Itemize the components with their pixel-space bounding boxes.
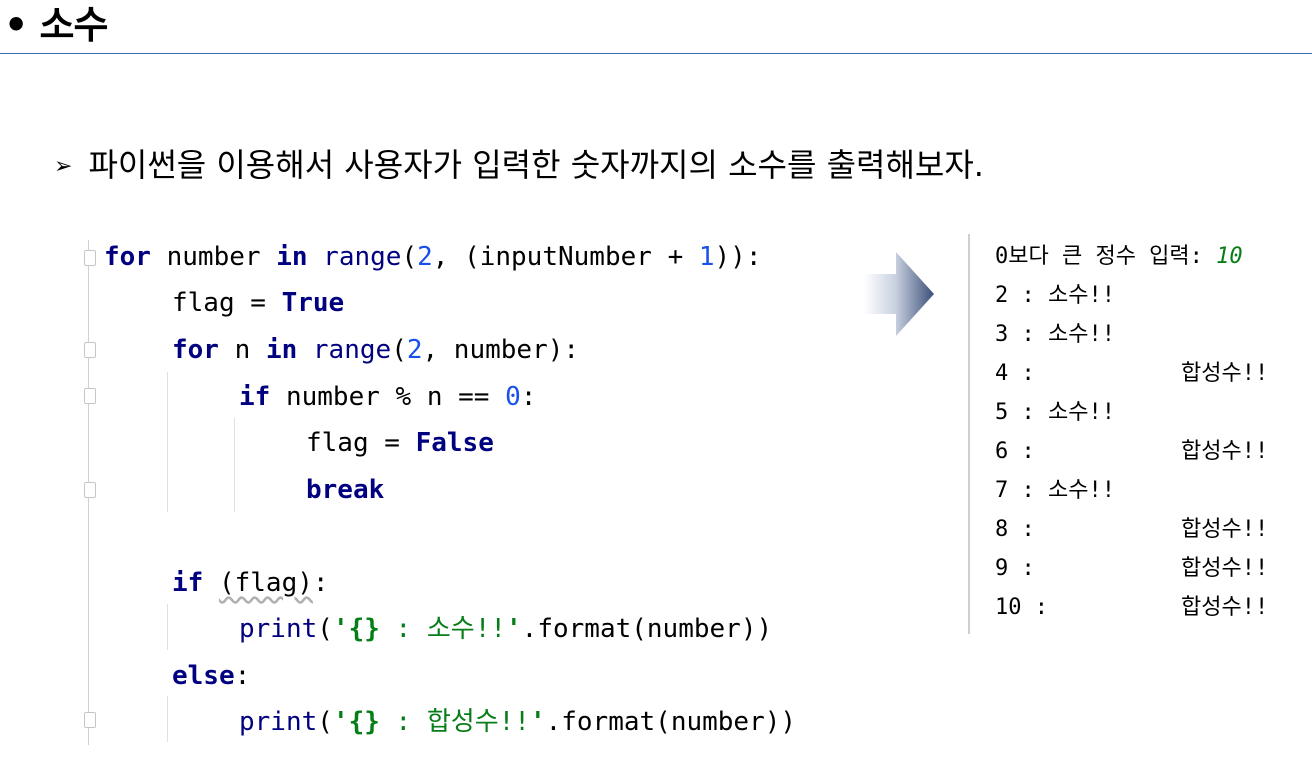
console-prompt: 0보다 큰 정수 입력: 10 xyxy=(995,244,1243,269)
bullet-item: ➢ 파이썬을 이용해서 사용자가 입력한 숫자까지의 소수를 출력해보자. xyxy=(54,140,984,190)
console-line: 8 : 합성수!! xyxy=(995,517,1269,542)
code-line-2: flag = True xyxy=(172,288,345,318)
code-line-7: if (flag): xyxy=(172,568,329,598)
code-line-5: flag = False xyxy=(306,428,494,458)
code-line-10: print('{} : 합성수!!'.format(number)) xyxy=(239,707,797,737)
slide-title: • 소수 xyxy=(4,3,108,47)
code-line-1: for number in range(2, (inputNumber + 1)… xyxy=(104,242,762,272)
console-line: 10 : 합성수!! xyxy=(995,595,1269,620)
fold-marker-icon[interactable] xyxy=(84,388,96,404)
fold-marker-icon[interactable] xyxy=(84,712,96,728)
title-divider xyxy=(0,53,1312,54)
code-line-6: break xyxy=(306,475,385,505)
console-input-value: 10 xyxy=(1216,244,1243,269)
indent-guide xyxy=(167,696,168,742)
fold-marker-icon[interactable] xyxy=(84,342,96,358)
code-line-3: for n in range(2, number): xyxy=(172,335,580,365)
console-line: 6 : 합성수!! xyxy=(995,439,1269,464)
code-editor: for number in range(2, (inputNumber + 1)… xyxy=(84,234,874,749)
arrow-bullet-icon: ➢ xyxy=(54,154,73,179)
console-line: 3 : 소수!! xyxy=(995,322,1115,347)
code-line-8: print('{} : 소수!!'.format(number)) xyxy=(239,614,773,644)
console-line: 7 : 소수!! xyxy=(995,478,1115,503)
fold-marker-icon[interactable] xyxy=(84,482,96,498)
code-line-4: if number % n == 0: xyxy=(239,382,537,412)
console-line: 5 : 소수!! xyxy=(995,400,1115,425)
indent-guide xyxy=(167,372,168,512)
console-output: 0보다 큰 정수 입력: 10 2 : 소수!! 3 : 소수!! 4 : 합성수… xyxy=(968,234,1310,634)
console-line: 9 : 합성수!! xyxy=(995,556,1269,581)
indent-guide xyxy=(167,604,168,650)
console-line: 4 : 합성수!! xyxy=(995,361,1269,386)
right-arrow-icon xyxy=(864,252,934,336)
bullet-text: 파이썬을 이용해서 사용자가 입력한 숫자까지의 소수를 출력해보자. xyxy=(88,146,984,184)
console-line: 2 : 소수!! xyxy=(995,283,1115,308)
code-line-9: else: xyxy=(172,661,251,691)
indent-guide xyxy=(234,418,235,512)
fold-marker-icon[interactable] xyxy=(84,250,96,266)
